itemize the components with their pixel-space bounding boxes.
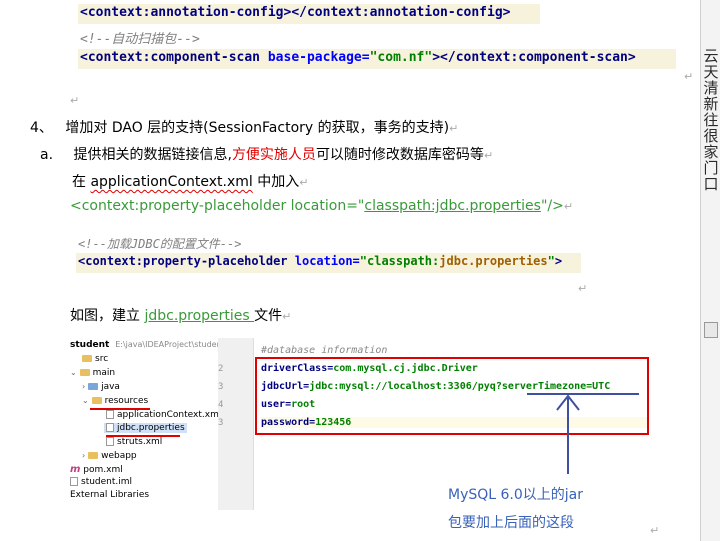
section-title: 增加对 DAO 层的支持(SessionFactory 的获取，事务的支持) — [65, 120, 450, 136]
code-line-annotation-config: <context:annotation-config></context:ann… — [78, 4, 540, 24]
tree-item-java[interactable]: › java — [82, 382, 120, 392]
section-number: 4、 — [30, 120, 53, 136]
xml-file-icon — [106, 410, 114, 419]
highlight-red-text: 方便实施人员 — [231, 147, 316, 163]
tree-item-pom[interactable]: m pom.xml — [70, 464, 123, 475]
xml-file-icon — [106, 437, 114, 446]
annotation-text-line1: MySQL 6.0以上的jar — [448, 487, 584, 503]
code-comment-load-jdbc: <!--加载JDBC的配置文件--> — [78, 237, 242, 251]
module-file-icon — [70, 477, 78, 486]
vertical-side-text: 云天清新往很家门口 — [703, 47, 719, 193]
tree-item-jdbc-properties[interactable]: jdbc.properties — [104, 423, 187, 433]
list-item-a: a. 提供相关的数据链接信息,方便实施人员可以随时修改数据库密码等↵ — [40, 147, 494, 163]
tree-item-webapp[interactable]: › webapp — [82, 451, 137, 461]
tree-item-appcontext[interactable]: applicationContext.xml — [106, 410, 221, 420]
folder-icon — [88, 383, 99, 390]
tree-item-external-libs[interactable]: External Libraries — [70, 490, 149, 500]
tree-item-resources[interactable]: ⌄ resources — [82, 396, 148, 406]
paragraph-mark: ↵ — [650, 524, 660, 537]
tree-item-src[interactable]: src — [82, 354, 108, 364]
caption-line: 如图，建立 jdbc.properties 文件↵ — [70, 308, 292, 324]
tree-item-struts[interactable]: struts.xml — [106, 437, 162, 447]
chevron-right-icon[interactable]: › — [82, 382, 85, 391]
paragraph-mark: ↵ — [684, 70, 694, 83]
chevron-down-icon[interactable]: ⌄ — [70, 368, 77, 377]
file-name-appcontext: applicationContext.xml — [90, 174, 253, 190]
line-number-gutter: 2 3 4 3 — [218, 338, 254, 510]
right-scroll-strip[interactable]: 云天清新往很家门口 — [700, 0, 720, 541]
folder-icon — [79, 369, 90, 376]
tree-item-iml[interactable]: student.iml — [70, 477, 132, 487]
project-tree: student E:\java\IDEAProject\student\s sr… — [68, 338, 232, 510]
document-page: <context:annotation-config></context:ann… — [0, 0, 700, 541]
properties-file-icon — [106, 423, 114, 432]
instruction-line: 在 applicationContext.xml 中加入↵ — [72, 174, 309, 190]
code-line-property-placeholder: <context:property-placeholder location="… — [76, 253, 581, 273]
classpath-link[interactable]: classpath:jdbc.properties — [364, 198, 541, 214]
code-line-component-scan: <context:component-scan base-package="co… — [78, 49, 676, 69]
jdbc-properties-link[interactable]: jdbc.properties — [144, 308, 254, 324]
tree-project-root[interactable]: student E:\java\IDEAProject\student\s — [70, 340, 232, 350]
code-comment-auto-scan: <!--自动扫描包--> — [80, 32, 200, 47]
maven-icon: m — [70, 464, 81, 475]
annotation-text-line2: 包要加上后面的这段 — [448, 515, 574, 531]
chevron-right-icon[interactable]: › — [82, 451, 85, 460]
folder-icon — [82, 355, 92, 362]
chevron-down-icon[interactable]: ⌄ — [82, 396, 89, 405]
list-label: a. — [40, 147, 54, 163]
property-placeholder-text: <context:property-placeholder location="… — [70, 198, 574, 214]
paragraph-mark: ↵ — [70, 94, 80, 107]
folder-icon — [88, 452, 99, 459]
folder-icon — [91, 397, 102, 404]
scrollbar-thumb[interactable] — [704, 322, 718, 338]
paragraph-mark: ↵ — [578, 282, 588, 295]
section-heading: 4、 增加对 DAO 层的支持(SessionFactory 的获取，事务的支持… — [30, 120, 459, 136]
tree-item-main[interactable]: ⌄ main — [70, 368, 115, 378]
